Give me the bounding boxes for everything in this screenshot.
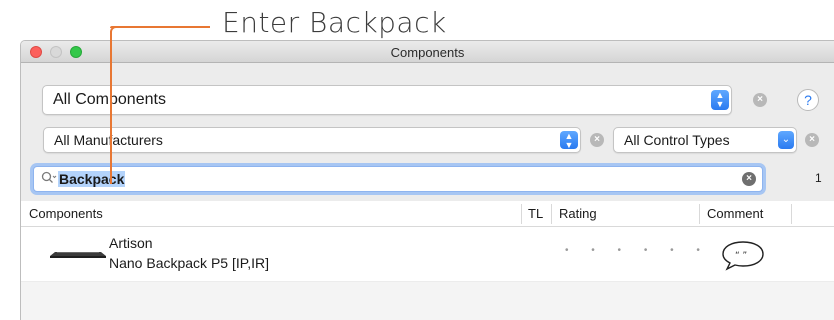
- chevron-down-icon: ⌄: [778, 131, 794, 149]
- clear-search-icon[interactable]: ×: [742, 172, 756, 186]
- column-header-rating[interactable]: Rating: [559, 206, 597, 221]
- device-thumbnail: [50, 252, 106, 258]
- callout-line-horizontal: [110, 26, 210, 28]
- up-down-arrows-icon: ▲ ▼: [560, 131, 578, 150]
- row-model: Nano Backpack P5 [IP,IR]: [109, 255, 270, 271]
- column-header-comment[interactable]: Comment: [707, 206, 763, 221]
- control-type-value: All Control Types: [624, 132, 730, 148]
- annotation-text: Enter Backpack: [222, 6, 447, 39]
- svg-text:“ ”: “ ”: [735, 251, 747, 261]
- search-input[interactable]: Backpack ×: [33, 166, 763, 192]
- search-query-text: Backpack: [58, 171, 126, 187]
- components-table: Components TL Rating Comment Artison Nan…: [21, 201, 834, 320]
- column-separator: [521, 204, 522, 224]
- table-row[interactable]: Artison Nano Backpack P5 [IP,IR] • • • •…: [21, 227, 834, 281]
- column-header-components[interactable]: Components: [29, 206, 103, 221]
- rating-dots[interactable]: • • • • • •: [565, 245, 710, 256]
- manufacturer-popup[interactable]: All Manufacturers ▲ ▼: [43, 127, 581, 153]
- table-header: Components TL Rating Comment: [21, 201, 834, 227]
- clear-control-type-icon[interactable]: ×: [805, 133, 819, 147]
- callout-line-vertical: [110, 32, 112, 184]
- column-separator: [791, 204, 792, 224]
- title-bar: Components: [21, 41, 834, 63]
- column-separator: [699, 204, 700, 224]
- clear-component-type-icon[interactable]: ×: [753, 93, 767, 107]
- clear-manufacturer-icon[interactable]: ×: [590, 133, 604, 147]
- window-title: Components: [390, 45, 465, 60]
- result-count: 1: [815, 171, 822, 185]
- manufacturer-value: All Manufacturers: [54, 132, 163, 148]
- table-row-empty: [21, 281, 834, 320]
- column-separator: [551, 204, 552, 224]
- magnifier-icon: [41, 171, 57, 188]
- row-manufacturer: Artison: [109, 235, 153, 251]
- comment-bubble-icon[interactable]: “ ”: [719, 237, 767, 273]
- components-window: Components All Components ▲ ▼ × ? All Man…: [20, 40, 834, 320]
- up-down-arrows-icon: ▲ ▼: [711, 90, 729, 110]
- column-header-tl[interactable]: TL: [528, 206, 543, 221]
- help-button[interactable]: ?: [797, 89, 819, 111]
- control-type-popup[interactable]: All Control Types ⌄: [613, 127, 797, 153]
- component-type-popup[interactable]: All Components ▲ ▼: [42, 85, 732, 115]
